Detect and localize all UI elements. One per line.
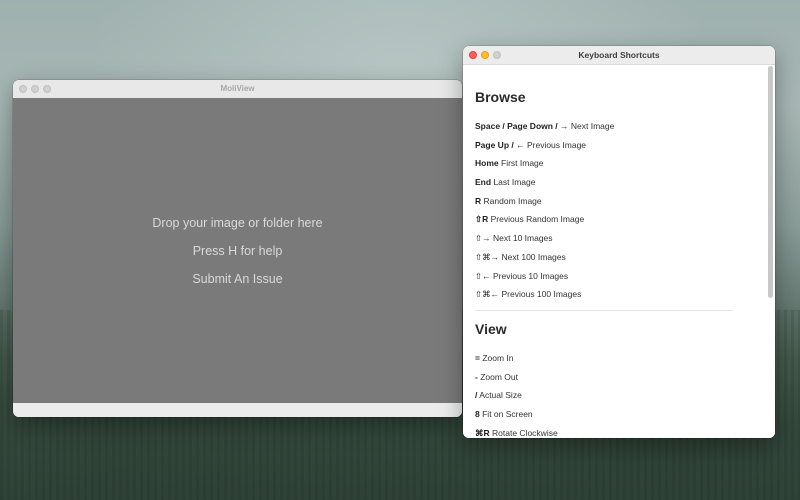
shortcut-description: Random Image bbox=[483, 195, 542, 206]
shortcut-description: Next 100 Images bbox=[501, 251, 566, 262]
shortcut-row: Page Up / ← Previous Image bbox=[475, 136, 763, 155]
shortcut-row: ⇧→ Next 10 Images bbox=[475, 229, 763, 248]
section-heading-browse: Browse bbox=[475, 89, 526, 105]
shortcut-keys: End bbox=[475, 177, 492, 188]
shortcut-description: Fit on Screen bbox=[482, 408, 533, 419]
shortcut-description: Last Image bbox=[493, 177, 536, 188]
shortcut-row: ⇧R Previous Random Image bbox=[475, 210, 763, 229]
shortcuts-content: Browse Space / Page Down / → Next Image … bbox=[463, 65, 775, 438]
moliview-titlebar[interactable]: MoliView bbox=[13, 80, 462, 99]
shortcut-keys: ⇧R bbox=[475, 214, 489, 225]
shortcut-description: Actual Size bbox=[479, 390, 522, 401]
keyboard-shortcuts-window: Keyboard Shortcuts Browse Space / Page D… bbox=[463, 46, 775, 438]
shortcut-description: Next Image bbox=[570, 121, 615, 131]
shortcut-row: Home First Image bbox=[475, 154, 763, 173]
shortcut-description: Previous Random Image bbox=[490, 214, 585, 225]
window-title: Keyboard Shortcuts bbox=[578, 50, 660, 60]
shortcut-keys: ⌘R bbox=[475, 427, 490, 438]
shortcuts-titlebar[interactable]: Keyboard Shortcuts bbox=[463, 46, 775, 65]
shortcut-row: ⇧⌘→ Next 100 Images bbox=[475, 248, 763, 267]
shortcut-row: 8 Fit on Screen bbox=[475, 405, 763, 424]
close-button[interactable] bbox=[19, 85, 27, 93]
shortcut-keys: / bbox=[475, 390, 478, 401]
shortcut-description: Zoom In bbox=[482, 352, 514, 363]
window-title: MoliView bbox=[220, 84, 255, 93]
section-heading-view: View bbox=[475, 320, 507, 337]
window-controls bbox=[19, 80, 51, 98]
moliview-window: MoliView Drop your image or folder here … bbox=[13, 80, 462, 417]
shortcut-row: - Zoom Out bbox=[475, 368, 763, 387]
shortcut-keys: Home bbox=[475, 158, 499, 169]
shortcut-description: Rotate Clockwise bbox=[492, 427, 558, 438]
submit-issue-link[interactable]: Submit An Issue bbox=[192, 272, 282, 286]
shortcut-keys: Page Up / ← bbox=[475, 139, 525, 150]
shortcut-keys: = bbox=[475, 352, 480, 363]
help-hint: Press H for help bbox=[192, 243, 283, 258]
shortcut-row: End Last Image bbox=[475, 173, 763, 192]
drop-hint: Drop your image or folder here bbox=[152, 215, 323, 230]
shortcut-description: Zoom Out bbox=[480, 371, 519, 382]
shortcut-row: Space / Page Down / → Next Image bbox=[475, 117, 763, 136]
shortcut-row: = Zoom In bbox=[475, 349, 763, 368]
minimize-button[interactable] bbox=[481, 51, 489, 59]
shortcut-keys: ⇧⌘← bbox=[475, 289, 500, 300]
zoom-button[interactable] bbox=[493, 51, 501, 59]
shortcut-keys: ⇧→ bbox=[475, 233, 491, 244]
status-bar bbox=[13, 403, 462, 417]
shortcut-keys: - bbox=[475, 371, 478, 382]
shortcut-keys: Space / Page Down / → bbox=[475, 121, 569, 131]
image-drop-area[interactable]: Drop your image or folder here Press H f… bbox=[13, 98, 462, 403]
shortcut-row: ⇧← Previous 10 Images bbox=[475, 267, 763, 286]
shortcut-row: ⇧⌘← Previous 100 Images bbox=[475, 285, 763, 304]
shortcut-keys: 8 bbox=[475, 408, 480, 419]
shortcut-description: Previous 100 Images bbox=[501, 289, 582, 300]
shortcut-row: / Actual Size bbox=[475, 386, 763, 405]
shortcut-keys: ⇧← bbox=[475, 270, 491, 281]
shortcut-row: R Random Image bbox=[475, 192, 763, 211]
shortcut-description: Previous Image bbox=[526, 139, 587, 150]
vertical-scrollbar[interactable] bbox=[768, 66, 773, 298]
shortcut-description: First Image bbox=[501, 158, 544, 169]
section-divider bbox=[475, 309, 733, 311]
window-controls bbox=[469, 46, 501, 64]
shortcut-description: Previous 10 Images bbox=[493, 270, 569, 281]
minimize-button[interactable] bbox=[31, 85, 39, 93]
zoom-button[interactable] bbox=[43, 85, 51, 93]
shortcut-keys: R bbox=[475, 195, 482, 206]
close-button[interactable] bbox=[469, 51, 477, 59]
shortcut-row: ⌘R Rotate Clockwise bbox=[475, 424, 763, 438]
shortcut-keys: ⇧⌘→ bbox=[475, 251, 500, 262]
shortcut-description: Next 10 Images bbox=[493, 233, 553, 244]
